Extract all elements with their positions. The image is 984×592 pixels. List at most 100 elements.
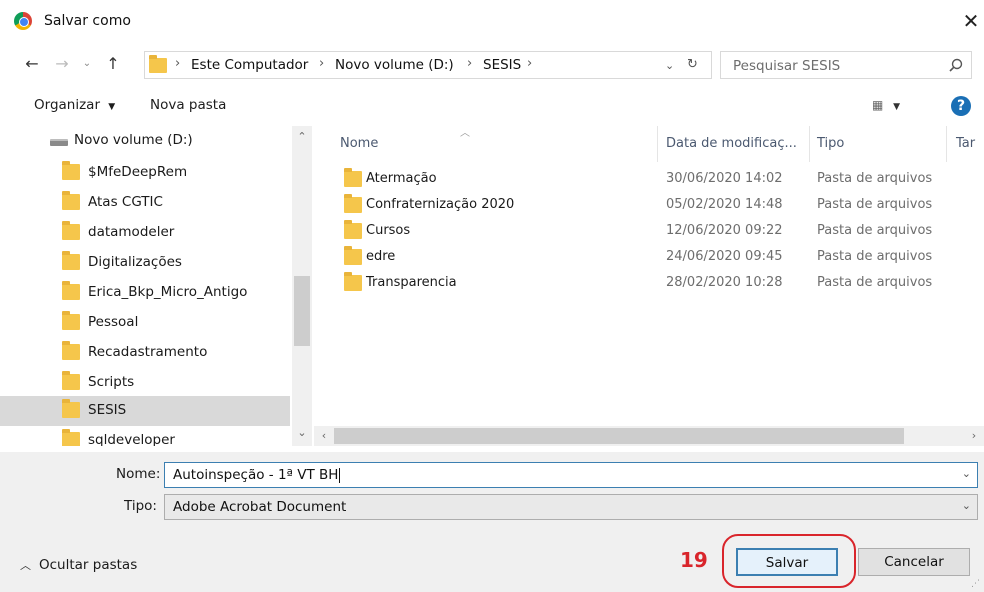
- scroll-thumb[interactable]: [334, 428, 904, 444]
- sort-ascending-icon: ︿: [460, 128, 470, 139]
- toolbar: Organizar ▼ Nova pasta ▦ ▼ ?: [0, 90, 984, 122]
- chevron-right-icon[interactable]: ›: [527, 56, 532, 71]
- forward-button[interactable]: →: [50, 50, 74, 78]
- folder-icon: [344, 168, 362, 187]
- arrow-left-icon: ←: [25, 54, 39, 73]
- file-name: Confraternização 2020: [366, 197, 515, 212]
- chevron-down-icon[interactable]: ⌄: [962, 467, 971, 480]
- title-bar: Salvar como ✕: [0, 0, 984, 44]
- folder-icon: [344, 220, 362, 239]
- list-item[interactable]: Atermação 30/06/2020 14:02 Pasta de arqu…: [314, 166, 984, 192]
- tree-scrollbar[interactable]: ⌃ ⌄: [292, 126, 312, 446]
- folder-icon: [62, 221, 80, 240]
- tree-item-label: Erica_Bkp_Micro_Antigo: [88, 284, 248, 300]
- file-type: Pasta de arquivos: [817, 223, 933, 238]
- folder-icon: [344, 246, 362, 265]
- help-icon[interactable]: ?: [951, 96, 971, 116]
- folder-icon: [62, 341, 80, 360]
- scroll-left-icon[interactable]: ‹: [314, 427, 334, 445]
- scroll-thumb[interactable]: [294, 276, 310, 346]
- chevron-right-icon: ›: [319, 56, 325, 71]
- arrow-up-icon: ↑: [106, 54, 120, 73]
- tree-item-folder[interactable]: Erica_Bkp_Micro_Antigo: [0, 278, 290, 308]
- search-input[interactable]: Pesquisar SESIS: [720, 51, 972, 79]
- navigation-tree: Novo volume (D:) $MfeDeepRem Atas CGTIC …: [0, 126, 313, 446]
- drive-icon: [50, 139, 68, 146]
- back-button[interactable]: ←: [20, 50, 44, 78]
- folder-icon: [62, 281, 80, 300]
- folder-icon: [62, 161, 80, 180]
- tree-item-folder[interactable]: Digitalizações: [0, 248, 290, 278]
- dropdown-triangle-icon: ▼: [108, 102, 116, 112]
- folder-icon: [62, 371, 80, 390]
- save-button[interactable]: Salvar: [736, 548, 838, 576]
- file-name: Atermação: [366, 171, 437, 186]
- search-placeholder: Pesquisar SESIS: [733, 58, 841, 74]
- tree-item-folder[interactable]: $MfeDeepRem: [0, 158, 290, 188]
- tree-item-label: SESIS: [88, 402, 127, 418]
- breadcrumb-sesis[interactable]: SESIS: [483, 57, 521, 73]
- file-type: Pasta de arquivos: [817, 275, 933, 290]
- list-item[interactable]: Cursos 12/06/2020 09:22 Pasta de arquivo…: [314, 218, 984, 244]
- file-date: 05/02/2020 14:48: [666, 197, 783, 212]
- scroll-down-icon[interactable]: ⌄: [292, 424, 312, 442]
- tree-item-folder-selected[interactable]: SESIS: [0, 396, 290, 426]
- tree-item-label: Atas CGTIC: [88, 194, 163, 210]
- chrome-icon: [14, 12, 32, 30]
- file-type: Pasta de arquivos: [817, 249, 933, 264]
- breadcrumb-novo-volume[interactable]: Novo volume (D:): [335, 57, 454, 73]
- folder-icon: [149, 55, 167, 73]
- search-icon: [949, 58, 963, 72]
- breadcrumb-este-computador[interactable]: Este Computador: [191, 57, 308, 73]
- navigation-bar: ← → ⌄ ↑ › Este Computador › Novo volume …: [0, 44, 984, 84]
- list-horizontal-scrollbar[interactable]: ‹ ›: [314, 426, 984, 446]
- resize-grip-icon[interactable]: ⋰: [971, 579, 981, 589]
- tree-item-folder[interactable]: Pessoal: [0, 308, 290, 338]
- chevron-down-icon: ⌄: [82, 58, 92, 69]
- chevron-right-icon: ›: [175, 56, 181, 71]
- file-type-value: Adobe Acrobat Document: [173, 499, 347, 515]
- file-type-select[interactable]: Adobe Acrobat Document ⌄: [164, 494, 978, 520]
- tree-item-folder[interactable]: Recadastramento: [0, 338, 290, 368]
- folder-icon: [62, 399, 80, 418]
- tree-item-label: sqldeveloper: [88, 432, 175, 446]
- view-options-icon[interactable]: ▦ ▼: [872, 98, 914, 114]
- tree-item-drive[interactable]: Novo volume (D:): [0, 128, 290, 158]
- list-item[interactable]: Confraternização 2020 05/02/2020 14:48 P…: [314, 192, 984, 218]
- address-bar[interactable]: › Este Computador › Novo volume (D:) › S…: [144, 51, 712, 79]
- file-date: 12/06/2020 09:22: [666, 223, 783, 238]
- address-dropdown-icon[interactable]: ⌄: [665, 59, 674, 72]
- tree-item-folder[interactable]: Atas CGTIC: [0, 188, 290, 218]
- window-title: Salvar como: [44, 13, 131, 29]
- file-name-field[interactable]: Autoinspeção - 1ª VT BH ⌄: [164, 462, 978, 488]
- scroll-up-icon[interactable]: ⌃: [292, 128, 312, 146]
- close-icon[interactable]: ✕: [958, 8, 984, 34]
- chevron-right-icon: ›: [467, 56, 473, 71]
- new-folder-button[interactable]: Nova pasta: [150, 97, 226, 113]
- refresh-icon[interactable]: ↻: [687, 57, 698, 72]
- scroll-right-icon[interactable]: ›: [964, 427, 984, 445]
- cancel-button[interactable]: Cancelar: [858, 548, 970, 576]
- file-name: edre: [366, 249, 396, 264]
- tree-item-label: Novo volume (D:): [74, 132, 193, 148]
- up-button[interactable]: ↑: [100, 50, 126, 78]
- chevron-down-icon: ⌄: [961, 499, 971, 512]
- file-list: Nome ︿ Data de modificaç... Tipo Tar Ate…: [314, 126, 984, 426]
- tree-item-folder[interactable]: sqldeveloper: [0, 426, 290, 446]
- tree-item-label: Pessoal: [88, 314, 139, 330]
- list-item[interactable]: Transparencia 28/02/2020 10:28 Pasta de …: [314, 270, 984, 296]
- tree-item-label: Scripts: [88, 374, 135, 390]
- tree-item-folder[interactable]: Scripts: [0, 368, 290, 398]
- column-divider[interactable]: [946, 126, 947, 162]
- hide-folders-button[interactable]: ︿ Ocultar pastas: [20, 557, 137, 573]
- arrow-right-icon: →: [55, 54, 69, 73]
- column-divider[interactable]: [657, 126, 658, 162]
- file-name-label: Nome:: [116, 466, 161, 482]
- tree-item-folder[interactable]: datamodeler: [0, 218, 290, 248]
- file-name: Transparencia: [366, 275, 457, 290]
- recent-locations-button[interactable]: ⌄: [78, 50, 96, 78]
- column-divider[interactable]: [809, 126, 810, 162]
- list-item[interactable]: edre 24/06/2020 09:45 Pasta de arquivos: [314, 244, 984, 270]
- folder-icon: [62, 191, 80, 210]
- organize-menu[interactable]: Organizar ▼: [34, 97, 115, 113]
